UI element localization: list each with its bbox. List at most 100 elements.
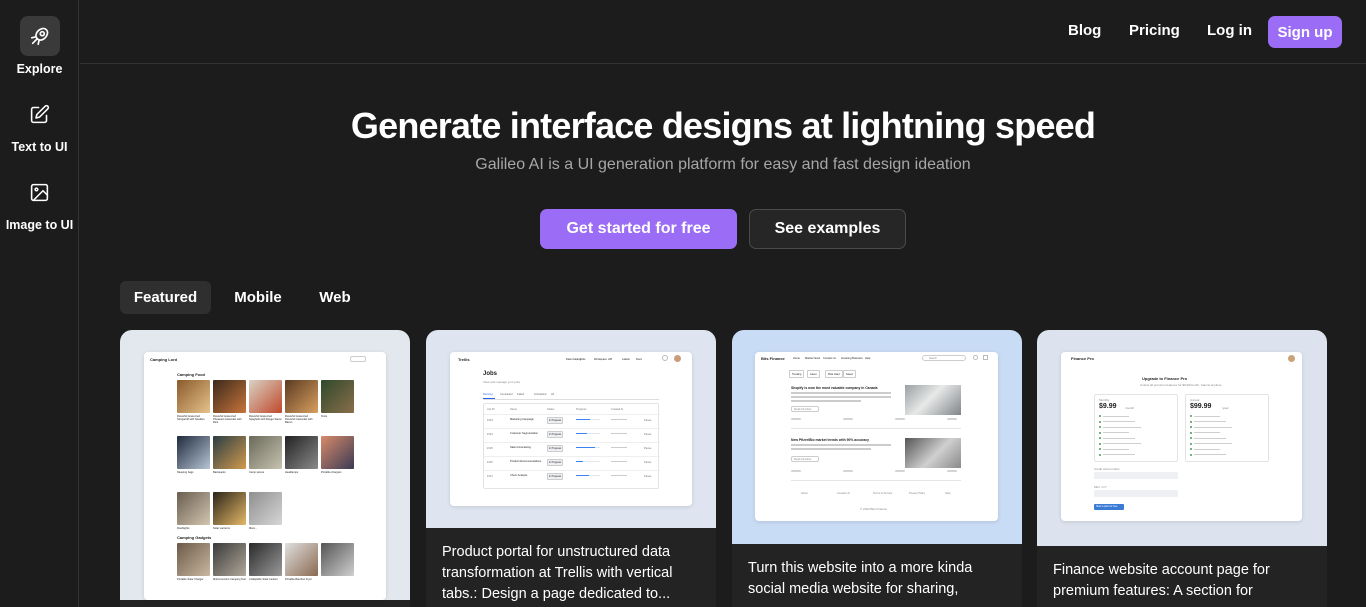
- preview-row-action: Pause: [644, 433, 652, 436]
- preview-nav-item: Help: [865, 357, 871, 360]
- preview-subtitle: Unlock all premium features for $9.99/mo…: [1140, 383, 1223, 387]
- preview-thumbnail: [213, 492, 246, 525]
- preview-item-label: Backpacks: [213, 471, 226, 474]
- preview-filter-chip: Latest: [807, 370, 820, 378]
- example-card[interactable]: Finance Pro Upgrade to Finance Pro Unloc…: [1037, 330, 1327, 607]
- preview-item-label: Portable chargers: [321, 471, 342, 474]
- preview-thumbnail: [249, 492, 282, 525]
- avatar: [674, 355, 681, 362]
- preview-thumbnail: [249, 543, 282, 576]
- card-caption: Turn this website into a more kinda soci…: [748, 560, 973, 597]
- preview-thumbnail: [177, 543, 210, 576]
- card-caption: Product portal for unstructured data tra…: [442, 544, 673, 602]
- preview-thumbnail: [177, 380, 210, 413]
- tab-mobile[interactable]: Mobile: [222, 281, 294, 314]
- preview-tab: Running: [483, 393, 493, 396]
- preview-bits-finance: Bits Finance Home Market News Contact Us In…: [755, 352, 998, 521]
- preview-item-label: Solar Lanterns: [213, 527, 230, 530]
- preview-finance-pro: Finance Pro Upgrade to Finance Pro Unloc…: [1061, 352, 1302, 521]
- preview-footer-link: About: [801, 492, 808, 495]
- example-card[interactable]: Trellis Data Catalog Jobs Workspace API Labe…: [426, 330, 716, 607]
- preview-footer-link: Privacy Policy: [909, 492, 926, 495]
- preview-cell: #124: [487, 433, 493, 436]
- preview-search-input: Search: [922, 355, 966, 361]
- preview-post-image: [905, 385, 961, 415]
- preview-thumbnail: [285, 436, 318, 469]
- preview-subtitle: View and manage your jobs: [483, 380, 520, 384]
- preview-item-label: Flavorful Grass-Fed Stroganoff with Nood…: [177, 415, 205, 421]
- preview-nav-item: Labels: [622, 358, 630, 361]
- preview-column-header: Created At: [611, 408, 624, 411]
- preview-post-image: [905, 438, 961, 468]
- preview-section-food: Camping Food: [177, 372, 205, 377]
- preview-item-label: Flavorful Grass-Fed Spaghetti with Rouge…: [249, 415, 282, 421]
- preview-cell: #126: [487, 461, 493, 464]
- preview-column-header: Name: [510, 408, 517, 411]
- preview-item-label: Flavorful Grass-Fed Flavorful Cassoulet …: [285, 415, 313, 424]
- tab-web[interactable]: Web: [306, 281, 364, 314]
- preview-filter-chip: Most Liked: [825, 370, 843, 378]
- preview-trellis-portal: Trellis Data Catalog Jobs Workspace API Labe…: [450, 352, 692, 506]
- preview-thumbnail: [213, 543, 246, 576]
- preview-cell: #125: [487, 447, 493, 450]
- see-examples-button[interactable]: See examples: [749, 209, 906, 249]
- preview-nav-item: Jobs: [580, 358, 586, 361]
- preview-field-label: Credit card number: [1094, 467, 1120, 471]
- preview-filter-chip: Trending: [789, 370, 805, 378]
- preview-title: Jobs: [483, 371, 498, 377]
- preview-brand: Trellis: [458, 357, 470, 362]
- nav-blog-link[interactable]: Blog: [1068, 22, 1101, 39]
- preview-nav-item: Market News: [805, 357, 821, 360]
- preview-item-label: Portable Solar Charger: [177, 578, 204, 581]
- preview-start-button: Start a plan for free: [1094, 504, 1124, 510]
- preview-nav-item: Workspace: [594, 358, 607, 361]
- get-started-button[interactable]: Get started for free: [540, 209, 737, 249]
- preview-status-badge: In Progress: [547, 459, 564, 466]
- preview-progress-bar: [576, 433, 587, 434]
- preview-thumbnail: [177, 492, 210, 525]
- preview-column-header: Job ID: [487, 408, 495, 411]
- preview-item-label: Camp stoves: [249, 471, 265, 474]
- preview-row-action: Pause: [644, 419, 652, 422]
- preview-nav-item: Docs: [636, 358, 642, 361]
- nav-login-link[interactable]: Log in: [1207, 22, 1252, 39]
- preview-footer-link: Contact Us: [837, 492, 850, 495]
- preview-status-badge: In Progress: [547, 445, 564, 452]
- preview-item-label: Multi-Function Camping Tool: [213, 578, 246, 581]
- preview-row-action: Pause: [644, 447, 652, 450]
- preview-thumbnail: [249, 380, 282, 413]
- hero-subtitle: Galileo AI is a UI generation platform f…: [475, 156, 971, 173]
- nav-pricing-link[interactable]: Pricing: [1129, 22, 1180, 39]
- top-header: Blog Pricing Log in Sign up: [80, 0, 1366, 64]
- preview-thumbnail: [321, 380, 354, 413]
- example-card[interactable]: Bits Finance Home Market News Contact Us In…: [732, 330, 1022, 607]
- example-card[interactable]: Camping Lord Camping Food Flavorful Gras…: [120, 330, 410, 607]
- preview-expiry-input: [1094, 490, 1178, 497]
- preview-copyright: © 2023 Bits Finance: [860, 507, 888, 511]
- tab-featured[interactable]: Featured: [120, 281, 211, 314]
- share-icon: [983, 355, 988, 360]
- preview-tab: Completed: [500, 393, 513, 396]
- preview-tab: All: [551, 393, 554, 396]
- preview-item-label: Flavorful Grass-Fed Pheasant Cassoulet w…: [213, 415, 242, 424]
- card-preview: Camping Lord Camping Food Flavorful Gras…: [120, 330, 410, 600]
- preview-cell: Product Recommendations: [510, 460, 542, 463]
- preview-nav-item: Home: [793, 357, 800, 360]
- signup-button[interactable]: Sign up: [1268, 16, 1342, 48]
- preview-field-label: Mfor / CY: [1094, 485, 1107, 489]
- sidebar-item-text-to-ui[interactable]: Text to UI: [0, 94, 79, 154]
- sidebar-item-explore[interactable]: Explore: [0, 16, 79, 76]
- preview-table: Job ID Name Status Progress Created At #123 Ma…: [483, 403, 660, 489]
- sidebar-item-label: Explore: [16, 62, 63, 76]
- preview-brand: Finance Pro: [1071, 356, 1094, 361]
- preview-tab: Failed: [517, 393, 525, 396]
- card-preview: Trellis Data Catalog Jobs Workspace API Labe…: [426, 330, 716, 528]
- explore-icon: [19, 16, 60, 56]
- preview-item-label: Tents: [321, 415, 328, 418]
- sidebar-item-image-to-ui[interactable]: Image to UI: [0, 172, 79, 232]
- preview-footer-link: Help: [945, 492, 951, 495]
- preview-thumbnail: [321, 436, 354, 469]
- preview-thumbnail: [177, 436, 210, 469]
- preview-tab: Scheduled: [534, 393, 547, 396]
- preview-cell: #127: [487, 475, 493, 478]
